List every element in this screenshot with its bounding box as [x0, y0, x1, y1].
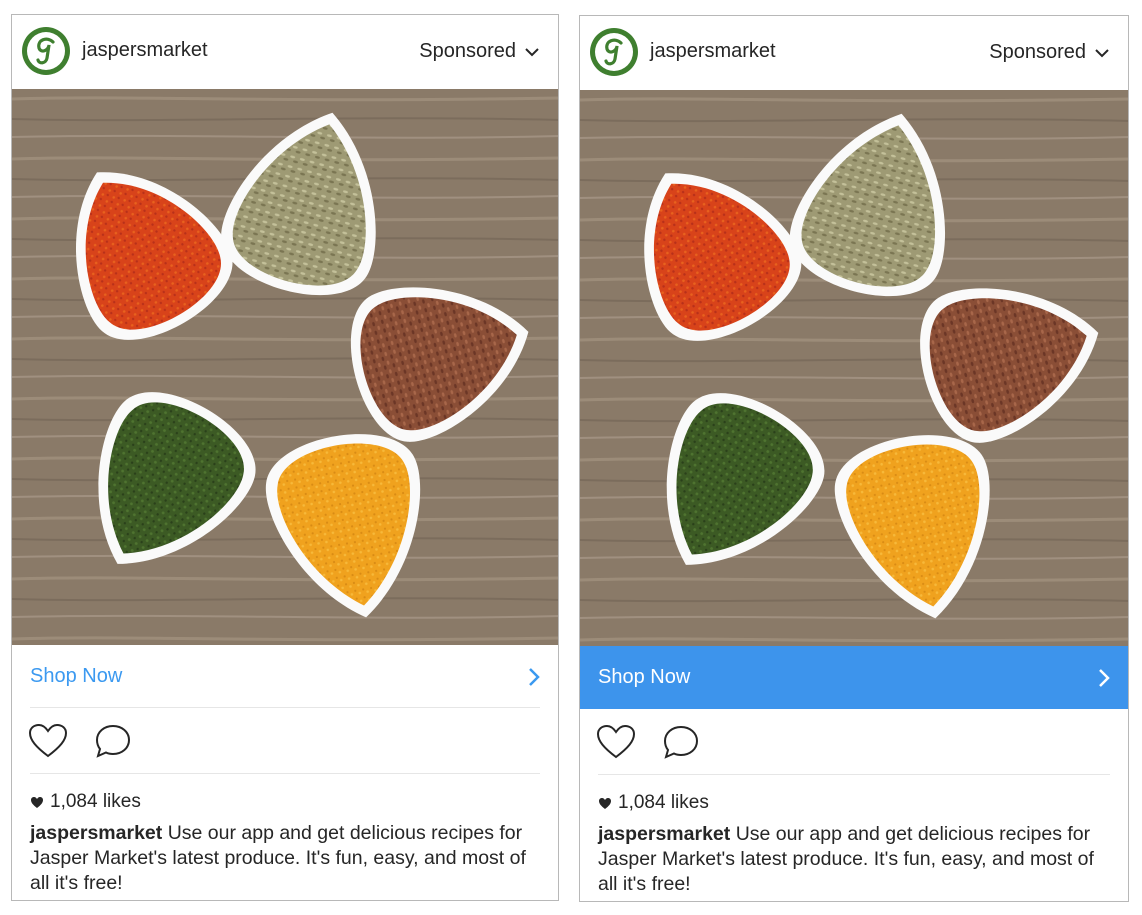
- sponsored-menu[interactable]: Sponsored: [419, 40, 540, 63]
- post-caption: jaspersmarket Use our app and get delici…: [30, 821, 540, 896]
- ad-post-default: jaspersmarket Sponsored Shop Now 1,084 l…: [11, 14, 559, 901]
- chevron-right-icon: [529, 667, 540, 686]
- sponsored-label: Sponsored: [419, 40, 516, 62]
- brand-logo-icon[interactable]: [22, 27, 70, 75]
- ad-post-highlighted: jaspersmarket Sponsored Shop Now 1,084 l…: [579, 15, 1129, 902]
- caption-username[interactable]: jaspersmarket: [598, 823, 730, 845]
- chevron-down-icon: [1095, 48, 1109, 57]
- post-header: jaspersmarket Sponsored: [580, 16, 1128, 90]
- shop-now-button[interactable]: Shop Now: [580, 646, 1128, 709]
- shop-now-button[interactable]: Shop Now: [12, 645, 558, 708]
- post-image[interactable]: [580, 90, 1128, 646]
- post-username[interactable]: jaspersmarket: [650, 40, 776, 63]
- divider: [30, 707, 540, 708]
- likes-count[interactable]: 1,084 likes: [598, 792, 709, 814]
- chevron-down-icon: [525, 47, 539, 56]
- shop-now-label: Shop Now: [30, 665, 123, 687]
- post-header: jaspersmarket Sponsored: [12, 15, 558, 89]
- post-actions: [596, 720, 700, 764]
- post-username[interactable]: jaspersmarket: [82, 39, 208, 62]
- post-image[interactable]: [12, 89, 558, 645]
- post-actions: [28, 719, 132, 763]
- post-caption: jaspersmarket Use our app and get delici…: [598, 822, 1110, 897]
- heart-icon[interactable]: [28, 723, 68, 759]
- shop-now-label: Shop Now: [598, 666, 691, 688]
- brand-logo-icon[interactable]: [590, 28, 638, 76]
- chevron-right-icon: [1099, 668, 1110, 687]
- heart-icon[interactable]: [596, 724, 636, 760]
- caption-username[interactable]: jaspersmarket: [30, 822, 162, 844]
- comment-icon[interactable]: [94, 723, 132, 759]
- heart-filled-icon: [31, 796, 43, 808]
- likes-text: 1,084 likes: [50, 791, 141, 812]
- sponsored-label: Sponsored: [989, 41, 1086, 63]
- likes-text: 1,084 likes: [618, 792, 709, 813]
- comment-icon[interactable]: [662, 724, 700, 760]
- likes-count[interactable]: 1,084 likes: [30, 791, 141, 813]
- sponsored-menu[interactable]: Sponsored: [989, 41, 1110, 64]
- divider: [598, 774, 1110, 775]
- divider: [30, 773, 540, 774]
- heart-filled-icon: [599, 797, 611, 809]
